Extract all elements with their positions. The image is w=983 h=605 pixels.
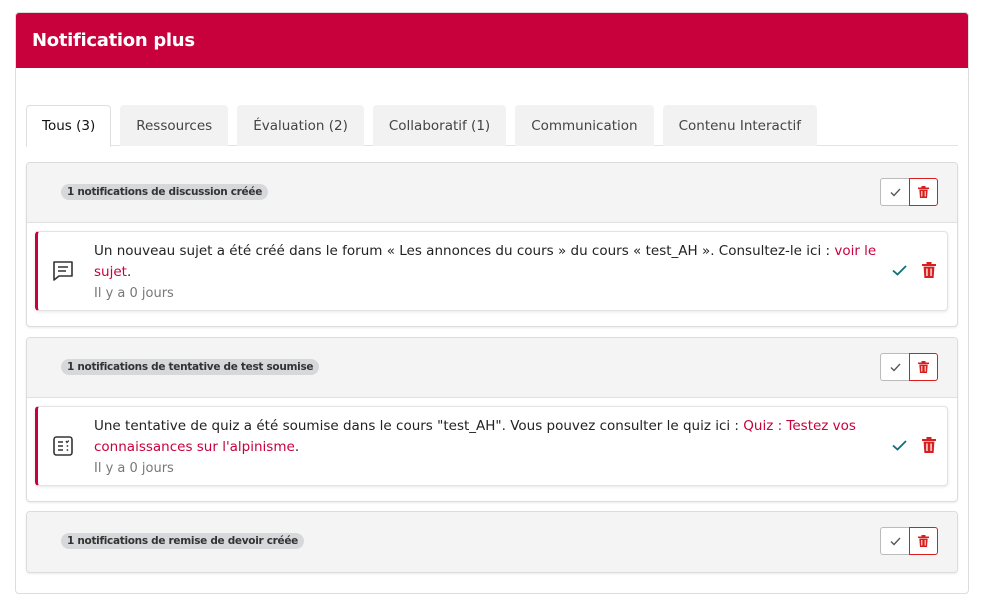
group-header: 1 notifications de tentative de test sou…: [27, 338, 957, 398]
tab-bar: Tous (3) Ressources Évaluation (2) Colla…: [26, 105, 958, 147]
message-icon: [51, 259, 75, 287]
panel-title: Notification plus: [32, 30, 195, 51]
notification-suffix: .: [294, 439, 300, 455]
panel-header: Notification plus: [16, 13, 968, 68]
mark-read-button[interactable]: [891, 261, 907, 279]
group-actions: [880, 353, 938, 381]
tab-collaborative[interactable]: Collaboratif (1): [372, 105, 507, 146]
notification-message: Une tentative de quiz a été soumise dans…: [94, 416, 884, 479]
quiz-list-icon: [51, 434, 75, 462]
tab-resources[interactable]: Ressources: [120, 105, 229, 146]
tab-communication[interactable]: Communication: [515, 105, 654, 146]
group-count-badge: 1 notifications de tentative de test sou…: [61, 359, 320, 375]
trash-icon: [918, 535, 929, 547]
trash-icon: [922, 262, 936, 278]
group-header: 1 notifications de remise de devoir créé…: [27, 512, 957, 572]
notification-suffix: .: [126, 264, 132, 280]
notifications-panel: Notification plus Tous (3) Ressources Év…: [15, 12, 969, 594]
check-icon: [891, 439, 907, 451]
group-actions: [880, 527, 938, 555]
notification-message: Un nouveau sujet a été créé dans le foru…: [94, 241, 884, 304]
mark-group-read-button[interactable]: [880, 353, 909, 381]
delete-group-button[interactable]: [909, 527, 938, 555]
group-actions: [880, 178, 938, 206]
notification-time: Il y a 0 jours: [94, 461, 174, 476]
trash-icon: [918, 361, 929, 373]
item-actions: [891, 436, 937, 454]
delete-notification-button[interactable]: [921, 436, 937, 454]
notification-item[interactable]: Une tentative de quiz a été soumise dans…: [35, 406, 948, 486]
delete-notification-button[interactable]: [921, 261, 937, 279]
check-icon: [890, 363, 900, 371]
mark-group-read-button[interactable]: [880, 527, 909, 555]
tab-evaluation[interactable]: Évaluation (2): [237, 105, 364, 146]
trash-icon: [918, 186, 929, 198]
trash-icon: [922, 437, 936, 453]
notification-item[interactable]: Un nouveau sujet a été créé dans le foru…: [35, 231, 948, 311]
notification-group-discussion: 1 notifications de discussion créée Un n…: [26, 162, 958, 327]
tab-all[interactable]: Tous (3): [26, 105, 112, 147]
group-header: 1 notifications de discussion créée: [27, 163, 957, 223]
check-icon: [890, 537, 900, 545]
check-icon: [891, 264, 907, 276]
notification-text: Une tentative de quiz a été soumise dans…: [94, 418, 744, 434]
notification-text: Un nouveau sujet a été créé dans le foru…: [94, 243, 835, 259]
notification-time: Il y a 0 jours: [94, 286, 174, 301]
delete-group-button[interactable]: [909, 178, 938, 206]
notification-group-assignment[interactable]: 1 notifications de remise de devoir créé…: [26, 511, 958, 573]
item-actions: [891, 261, 937, 279]
tab-interactive-content[interactable]: Contenu Interactif: [662, 105, 818, 146]
delete-group-button[interactable]: [909, 353, 938, 381]
notification-group-quiz: 1 notifications de tentative de test sou…: [26, 337, 958, 502]
mark-group-read-button[interactable]: [880, 178, 909, 206]
check-icon: [890, 188, 900, 196]
mark-read-button[interactable]: [891, 436, 907, 454]
group-count-badge: 1 notifications de discussion créée: [61, 184, 269, 200]
group-count-badge: 1 notifications de remise de devoir créé…: [61, 533, 305, 549]
